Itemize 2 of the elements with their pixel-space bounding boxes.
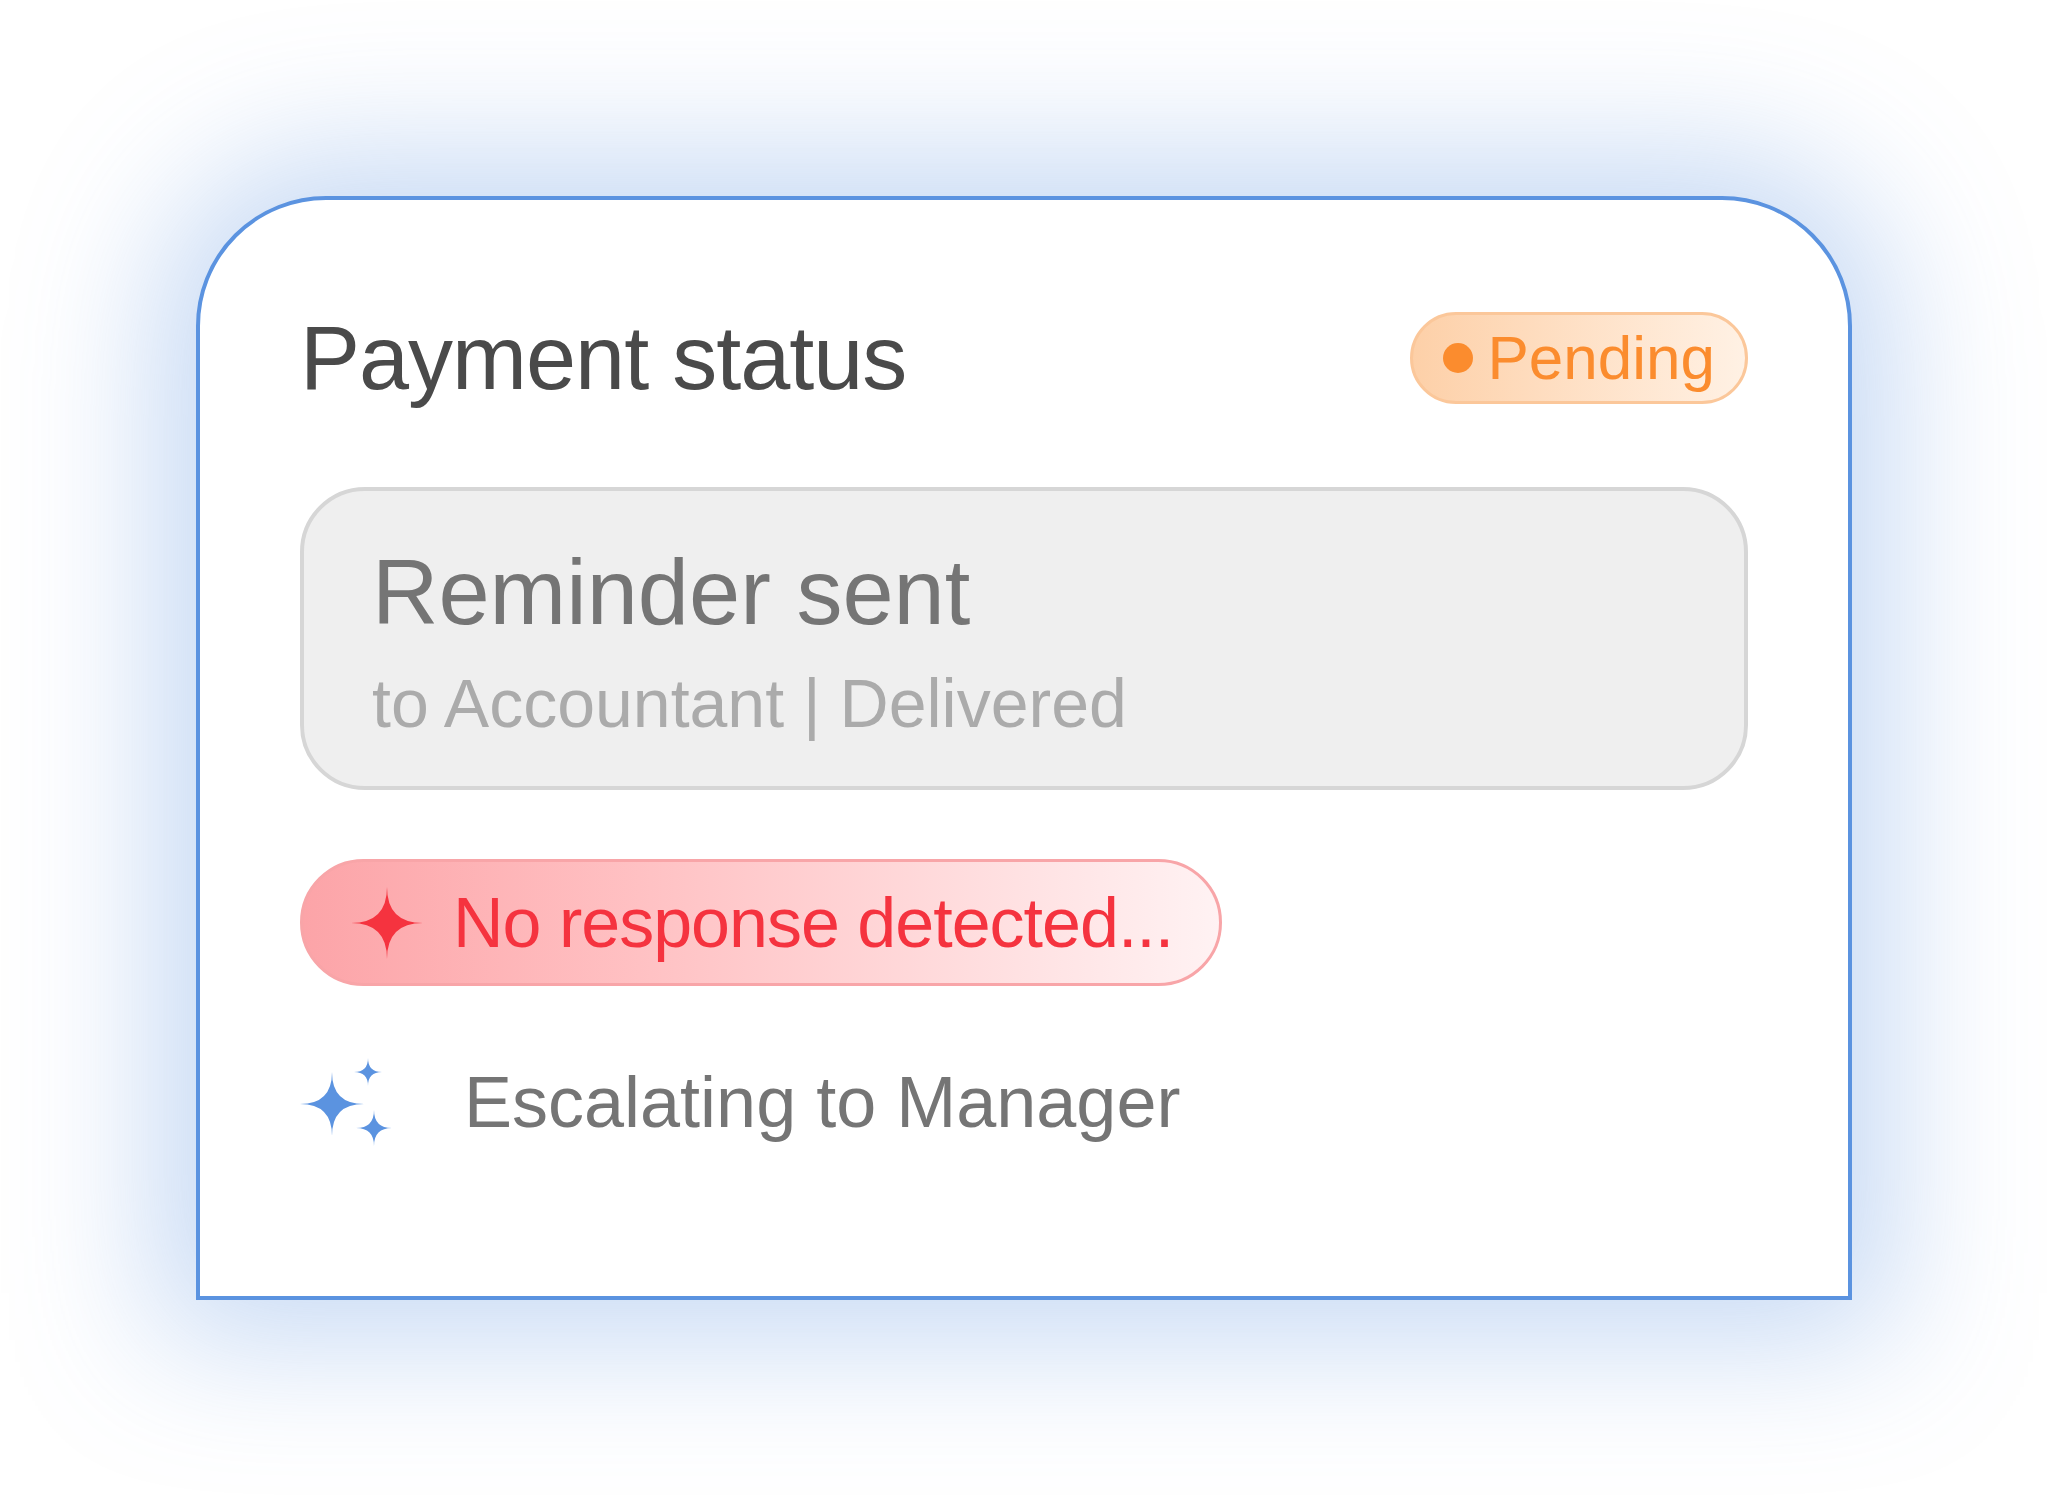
reminder-title: Reminder sent [372,539,972,645]
card-title: Payment status [300,307,907,410]
